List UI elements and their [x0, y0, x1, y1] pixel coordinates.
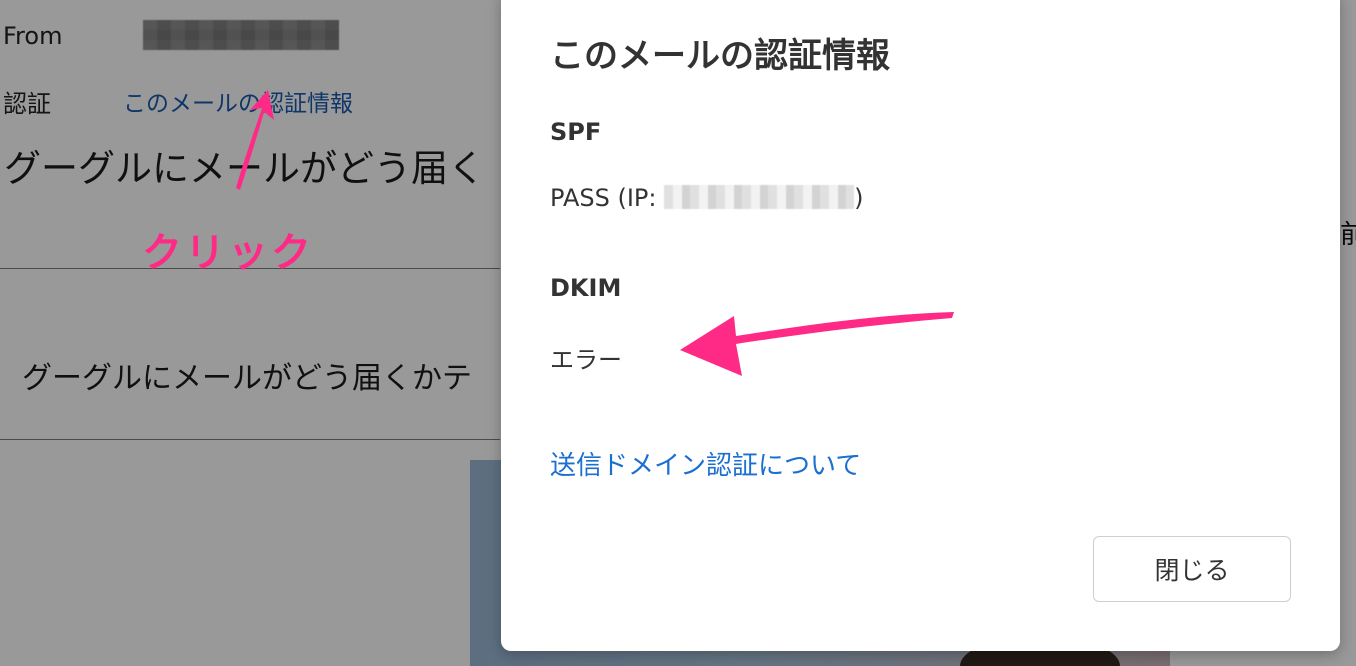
screenshot-stage: From 認証 このメールの認証情報 グーグルにメールがどう届く グーグルにメー…	[0, 0, 1356, 666]
error-arrow-icon	[680, 312, 954, 376]
